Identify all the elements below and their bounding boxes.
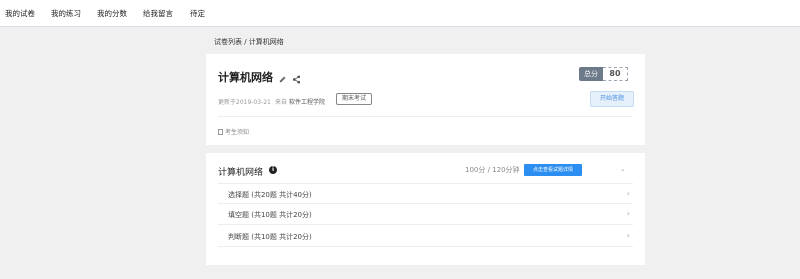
nav-my-practice[interactable]: 我的练习: [51, 8, 81, 19]
updated-date: 更新于2019-03-21: [218, 99, 271, 106]
question-type-row[interactable]: 判断题 (共10题 共计20分) ›: [218, 226, 633, 247]
candidate-notice-link[interactable]: 考生须知: [218, 127, 249, 136]
chevron-right-icon: ›: [626, 209, 630, 218]
nav-my-exams[interactable]: 我的试卷: [5, 8, 35, 19]
exam-type-tag: 期末考试: [336, 93, 372, 105]
breadcrumb[interactable]: 试卷列表 / 计算机网络: [214, 37, 284, 47]
share-icon[interactable]: [292, 69, 301, 84]
total-score-badge: 总分 80: [579, 67, 628, 81]
score-duration: 100分 / 120分钟: [465, 166, 520, 174]
top-navigation-bar: 我的试卷 我的练习 我的分数 给我留言 待定: [0, 0, 800, 27]
chevron-right-icon: ›: [626, 231, 630, 240]
start-exam-button[interactable]: 开始答题: [590, 91, 634, 107]
exam-meta: 更新于2019-03-21 来自 软件工程学院: [218, 97, 325, 106]
view-detail-button[interactable]: 点击查看试题详情: [524, 164, 582, 176]
exam-title: 计算机网络: [218, 71, 273, 84]
section-title: 计算机网络: [218, 168, 264, 178]
edit-icon[interactable]: [278, 69, 287, 83]
divider: [218, 116, 633, 117]
source-value: 软件工程学院: [288, 99, 325, 106]
chevron-down-icon[interactable]: ⌄: [620, 165, 626, 173]
question-type-row[interactable]: 填空题 (共10题 共计20分) ›: [218, 204, 633, 225]
candidate-notice-label: 考生须知: [225, 129, 250, 136]
source-label: 来自: [275, 99, 288, 106]
question-type-label: 填空题 (共10题 共计20分): [228, 211, 312, 219]
exam-section-card: 计算机网络 i 100分 / 120分钟 点击查看试题详情 ⌄ 选择题 (共20…: [206, 153, 645, 265]
nav-pending[interactable]: 待定: [190, 8, 205, 19]
exam-info-card: 计算机网络 更新于2019-03-21 来自 软件工程学院 期末考试 总分 80…: [206, 54, 645, 145]
info-icon[interactable]: i: [269, 166, 277, 174]
question-type-label: 选择题 (共20题 共计40分): [228, 191, 312, 199]
question-type-row[interactable]: 选择题 (共20题 共计40分) ›: [218, 183, 633, 204]
total-score-value: 80: [603, 67, 628, 81]
total-score-label: 总分: [579, 67, 603, 81]
nav-my-scores[interactable]: 我的分数: [97, 8, 127, 19]
nav-leave-message[interactable]: 给我留言: [143, 8, 173, 19]
question-type-label: 判断题 (共10题 共计20分): [228, 233, 312, 241]
document-icon: [218, 129, 223, 135]
chevron-right-icon: ›: [626, 189, 630, 198]
